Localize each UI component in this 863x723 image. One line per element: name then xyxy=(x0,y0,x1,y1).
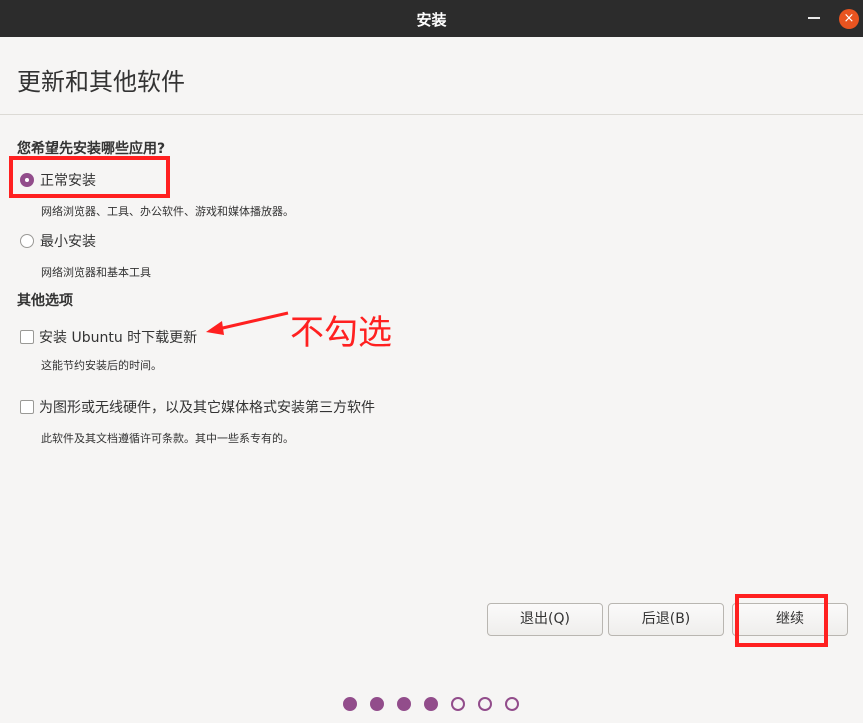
progress-dot xyxy=(451,697,465,711)
download-updates-desc: 这能节约安装后的时间。 xyxy=(41,359,162,372)
window-titlebar: 安装 × xyxy=(0,0,863,37)
normal-install-desc: 网络浏览器、工具、办公软件、游戏和媒体播放器。 xyxy=(41,205,294,218)
page-header: 更新和其他软件 xyxy=(0,37,863,115)
progress-dot xyxy=(505,697,519,711)
third-party-label[interactable]: 为图形或无线硬件，以及其它媒体格式安装第三方软件 xyxy=(39,397,375,417)
close-button[interactable]: × xyxy=(839,9,859,29)
download-updates-label[interactable]: 安装 Ubuntu 时下载更新 xyxy=(39,327,197,347)
other-options-heading: 其他选项 xyxy=(17,293,73,309)
minimal-install-option[interactable]: 最小安装 xyxy=(20,231,96,251)
progress-dot xyxy=(397,697,411,711)
progress-dot xyxy=(370,697,384,711)
annotation-text: 不勾选 xyxy=(290,313,392,353)
install-type-heading: 您希望先安装哪些应用? xyxy=(17,141,166,157)
annotation-arrow-icon xyxy=(206,311,289,335)
highlight-box-normal xyxy=(9,156,170,198)
third-party-option[interactable]: 为图形或无线硬件，以及其它媒体格式安装第三方软件 xyxy=(20,397,375,417)
minimal-install-label[interactable]: 最小安装 xyxy=(40,231,96,251)
back-button[interactable]: 后退(B) xyxy=(608,603,724,636)
progress-dot xyxy=(478,697,492,711)
page-title: 更新和其他软件 xyxy=(17,68,185,96)
progress-dot xyxy=(424,697,438,711)
checkbox-download-updates[interactable] xyxy=(20,330,34,344)
progress-dot xyxy=(343,697,357,711)
quit-button[interactable]: 退出(Q) xyxy=(487,603,603,636)
download-updates-option[interactable]: 安装 Ubuntu 时下载更新 xyxy=(20,327,197,347)
third-party-desc: 此软件及其文档遵循许可条款。其中一些系专有的。 xyxy=(41,432,294,445)
minimize-icon[interactable] xyxy=(808,17,820,19)
progress-dots xyxy=(343,697,519,711)
window-title: 安装 xyxy=(416,11,447,29)
checkbox-third-party[interactable] xyxy=(20,400,34,414)
minimal-install-desc: 网络浏览器和基本工具 xyxy=(41,266,151,279)
radio-minimal-install[interactable] xyxy=(20,234,34,248)
highlight-box-continue xyxy=(735,594,828,647)
